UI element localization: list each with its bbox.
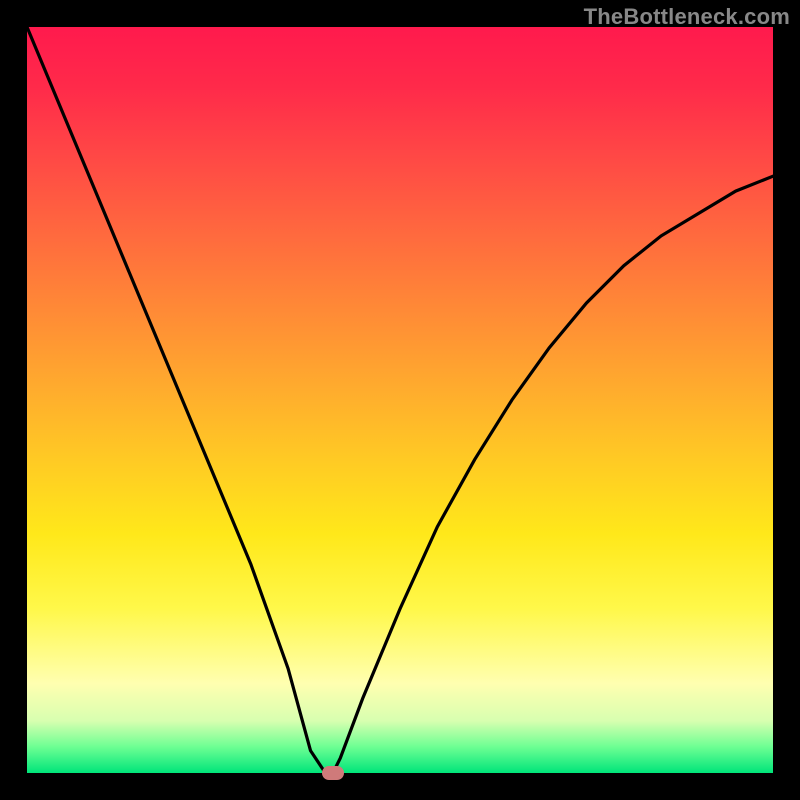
watermark-text: TheBottleneck.com bbox=[584, 4, 790, 30]
plot-area bbox=[27, 27, 773, 773]
optimal-point-marker bbox=[322, 766, 344, 780]
bottleneck-curve bbox=[27, 27, 773, 773]
